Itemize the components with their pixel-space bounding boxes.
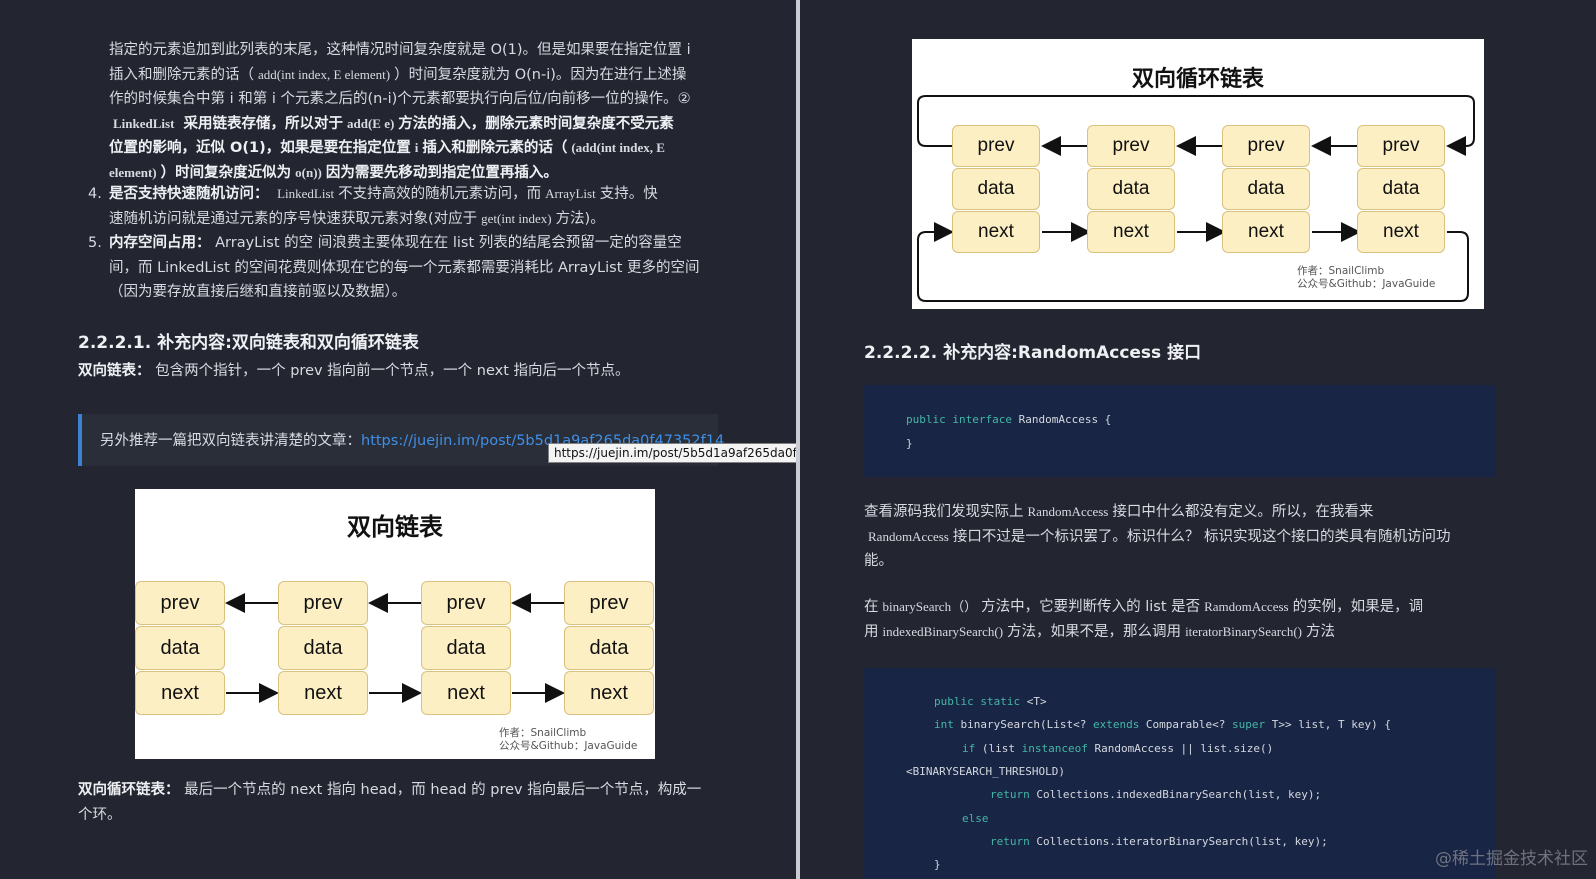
inline-code: binarySearch（） <box>882 599 978 614</box>
paragraph-continued: 指定的元素追加到此列表的末尾，这种情况时间复杂度就是 O(1)。但是如果要在指定… <box>109 42 691 181</box>
inline-code: i <box>414 140 419 155</box>
list-item-5-text: 内存空间占用： ArrayList 的空 间浪费主要体现在在 list 列表的结… <box>109 235 700 300</box>
code-line: public interface RandomAccess { <box>906 413 1112 426</box>
node-next: next <box>421 671 511 715</box>
code-line: } <box>934 858 941 871</box>
node-data: data <box>564 626 654 670</box>
code-block-binarysearch: public static <T> int binarySearch(List<… <box>864 668 1496 879</box>
inline-code: RamdomAccess <box>1204 599 1289 614</box>
inline-code: add(E e) <box>346 115 395 131</box>
diagram-credit: 作者：SnailClimb 公众号&Github：JavaGuide <box>1297 265 1436 290</box>
section-heading: 2.2.2.1. 补充内容:双向链表和双向循环链表 <box>78 333 419 353</box>
node-data: data <box>278 626 368 670</box>
inline-code: element) <box>109 164 157 180</box>
node-data: data <box>135 626 225 670</box>
node-prev: prev <box>421 581 511 625</box>
inline-code: iteratorBinarySearch() <box>1185 623 1303 639</box>
paragraph-randomaccess: 查看源码我们发现实际上 RandomAccess 接口中什么都没有定义。所以，在我看… <box>864 504 1451 569</box>
list-item-5: 5. <box>88 235 102 251</box>
node-prev: prev <box>1222 125 1310 167</box>
node-next: next <box>1087 211 1175 253</box>
code-line: return Collections.iteratorBinarySearch(… <box>990 835 1328 848</box>
node-prev: prev <box>278 581 368 625</box>
inline-code: RandomAccess <box>1027 504 1109 519</box>
node-data: data <box>952 168 1040 210</box>
code-line: return Collections.indexedBinarySearch(l… <box>990 788 1322 801</box>
node-data: data <box>1357 168 1445 210</box>
node-prev: prev <box>564 581 654 625</box>
code-line: if (list instanceof RandomAccess || list… <box>962 742 1274 755</box>
inline-code: (add(int index, E <box>571 140 665 155</box>
code-line: } <box>906 437 913 450</box>
node-prev: prev <box>135 581 225 625</box>
circular-linked-list-diagram: 双向循环链表 prev data next prev data next pre… <box>912 39 1484 309</box>
inline-code: indexedBinarySearch() <box>882 623 1004 639</box>
inline-code: LinkedList <box>277 186 335 201</box>
cll-definition: 双向循环链表： 最后一个节点的 next 指向 head，而 head 的 pr… <box>78 782 702 823</box>
code-line: public static <T> <box>934 695 1047 708</box>
node-next: next <box>1222 211 1310 253</box>
inline-code: ArrayList <box>545 186 596 201</box>
inline-code: o(n)) <box>295 164 322 180</box>
code-block-randomaccess: public interface RandomAccess { } <box>864 385 1496 477</box>
dll-definition: 双向链表： 包含两个指针，一个 prev 指向前一个节点，一个 next 指向后… <box>78 363 630 379</box>
code-line: int binarySearch(List<? extends Comparab… <box>934 718 1391 731</box>
node-next: next <box>135 671 225 715</box>
code-line: <BINARYSEARCH_THRESHOLD) <box>906 765 1065 778</box>
list-item-4-text: 是否支持快速随机访问： LinkedList 不支持高效的随机元素访问，而 Arra… <box>109 186 658 227</box>
right-page: 双向循环链表 prev data next prev data next pre… <box>800 0 1596 879</box>
inline-code: add(int index, E element) <box>258 66 391 82</box>
code-line: else <box>962 812 989 825</box>
inline-code: get(int index) <box>481 210 552 226</box>
inline-code: LinkedList <box>113 115 175 131</box>
section-heading: 2.2.2.2. 补充内容:RandomAccess 接口 <box>864 343 1202 363</box>
node-next: next <box>278 671 368 715</box>
node-next: next <box>564 671 654 715</box>
node-prev: prev <box>1087 125 1175 167</box>
node-data: data <box>1087 168 1175 210</box>
left-page: 指定的元素追加到此列表的末尾，这种情况时间复杂度就是 O(1)。但是如果要在指定… <box>0 0 796 879</box>
quote-text: 另外推荐一篇把双向链表讲清楚的文章： <box>100 433 361 449</box>
node-prev: prev <box>1357 125 1445 167</box>
node-data: data <box>1222 168 1310 210</box>
paragraph-binarysearch: 在 binarySearch（） 方法中，它要判断传入的 list 是否 Ramdom… <box>864 599 1424 640</box>
node-next: next <box>1357 211 1445 253</box>
node-prev: prev <box>952 125 1040 167</box>
diagram-credit: 作者：SnailClimb 公众号&Github：JavaGuide <box>499 727 638 752</box>
node-next: next <box>952 211 1040 253</box>
list-item-4: 4. <box>88 186 102 202</box>
link-tooltip: https://juejin.im/post/5b5d1a9af265da0f4… <box>548 443 796 463</box>
doubly-linked-list-diagram: 双向链表 prev data next prev data next prev … <box>135 489 655 759</box>
watermark: @稀土掘金技术社区 <box>1435 849 1588 869</box>
inline-code: RandomAccess <box>868 528 949 544</box>
node-data: data <box>421 626 511 670</box>
